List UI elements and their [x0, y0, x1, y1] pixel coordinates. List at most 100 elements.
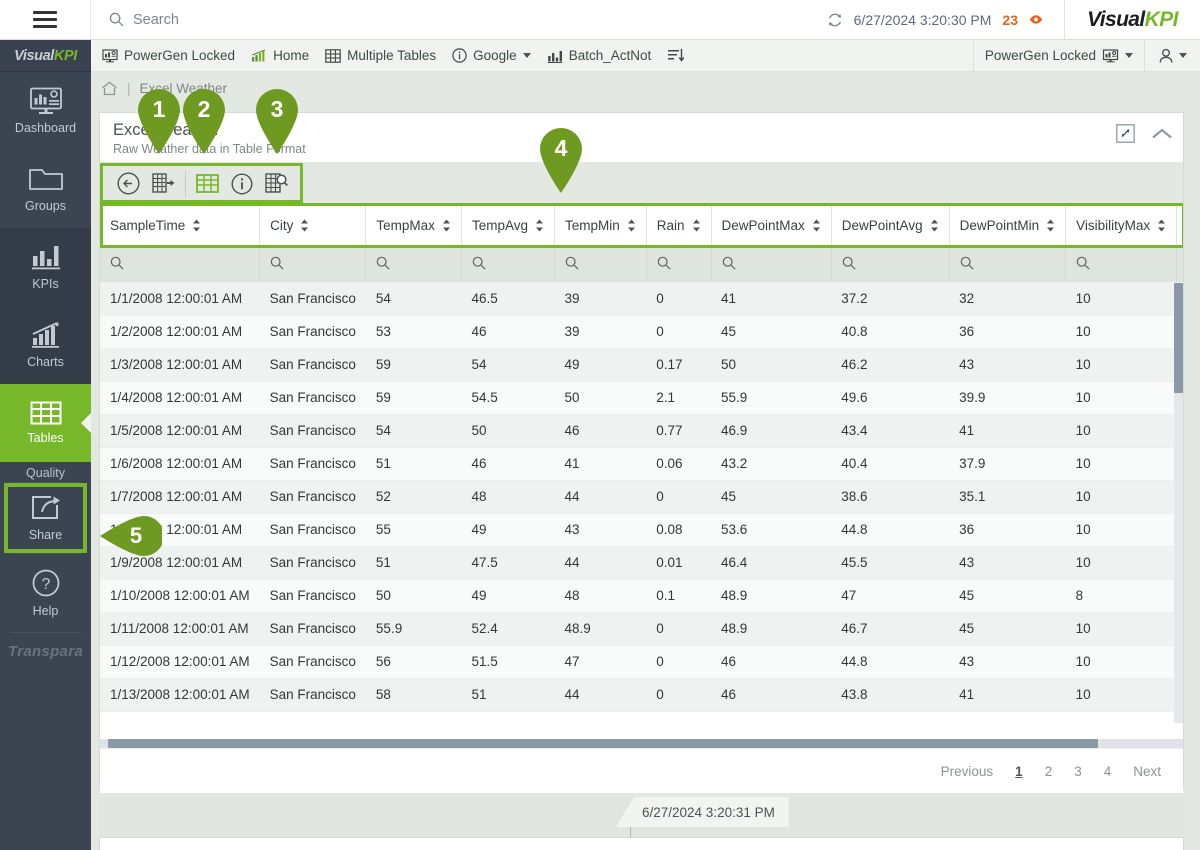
pagination-previous[interactable]: Previous — [941, 764, 994, 779]
user-menu[interactable] — [1144, 39, 1200, 72]
search-icon[interactable] — [842, 256, 856, 270]
sort-arrows-icon[interactable] — [627, 219, 636, 232]
table-row[interactable]: 1/13/2008 12:00:01 AM San Francisco 58 51 44… — [100, 678, 1183, 712]
sort-arrows-icon[interactable] — [442, 219, 451, 232]
sidebar-item-share[interactable]: Share — [4, 483, 87, 553]
nav-tab-multiple-tables[interactable]: Multiple Tables — [325, 48, 436, 63]
column-filter-cell[interactable] — [100, 248, 261, 282]
column-filter-cell[interactable] — [365, 248, 462, 282]
table-row[interactable]: 1/9/2008 12:00:01 AM San Francisco 51 47.5 4… — [100, 546, 1183, 580]
table-row[interactable]: 1/3/2008 12:00:01 AM San Francisco 59 54 49 0… — [100, 348, 1183, 382]
search-input[interactable]: Search — [133, 12, 179, 28]
search-icon[interactable] — [657, 256, 671, 270]
sidebar-item-groups[interactable]: Groups — [0, 150, 91, 228]
column-filter-cell[interactable] — [711, 248, 832, 282]
pagination-page-2[interactable]: 2 — [1045, 764, 1053, 779]
eye-icon[interactable] — [1029, 14, 1043, 25]
sort-arrows-icon[interactable] — [930, 219, 939, 232]
search-icon[interactable] — [565, 256, 579, 270]
pagination-page-1[interactable]: 1 — [1015, 764, 1023, 779]
nav-tab-home[interactable]: Home — [251, 48, 309, 63]
column-filter-cell[interactable] — [259, 248, 367, 282]
table-column-header[interactable]: VisibilityMax — [1065, 203, 1178, 248]
sidebar-item-dashboard[interactable]: Dashboard — [0, 72, 91, 150]
table-column-header[interactable]: SampleTime — [100, 203, 261, 248]
table-column-header[interactable]: DewPointMin — [949, 203, 1067, 248]
global-search[interactable]: Search — [91, 12, 827, 28]
horizontal-scroll-thumb[interactable] — [108, 739, 1098, 748]
pagination-page-3[interactable]: 3 — [1074, 764, 1082, 779]
table-row[interactable]: 1/8/2008 12:00:01 AM San Francisco 55 49 43 0… — [100, 513, 1183, 547]
sort-arrows-icon[interactable] — [692, 219, 701, 232]
table-row[interactable]: 1/2/2008 12:00:01 AM San Francisco 53 46 39 0… — [100, 315, 1183, 349]
table-search-button[interactable] — [265, 173, 288, 194]
search-icon[interactable] — [1076, 256, 1090, 270]
search-icon[interactable] — [722, 256, 736, 270]
sort-arrows-icon[interactable] — [1157, 219, 1166, 232]
table-filter-row[interactable] — [100, 248, 1183, 282]
table-row[interactable]: 1/10/2008 12:00:01 AM San Francisco 50 49 48… — [100, 579, 1183, 613]
sort-arrows-icon[interactable] — [192, 219, 201, 232]
home-icon[interactable] — [101, 80, 118, 96]
chevron-down-icon[interactable] — [1125, 53, 1133, 58]
hamburger-icon[interactable] — [33, 11, 57, 28]
sort-arrows-icon[interactable] — [1046, 219, 1055, 232]
sort-arrows-icon[interactable] — [812, 219, 821, 232]
table-column-header[interactable]: Rain — [646, 203, 712, 248]
pagination-page-4[interactable]: 4 — [1104, 764, 1112, 779]
sidebar-item-charts[interactable]: Charts — [0, 306, 91, 384]
sidebar-item-tables[interactable]: Tables — [0, 384, 91, 462]
chevron-up-icon[interactable] — [1149, 126, 1175, 142]
sidebar-item-help[interactable]: ? Help — [0, 554, 91, 632]
table-row[interactable]: 1/1/2008 12:00:01 AM San Francisco 54 46.5 3… — [100, 282, 1183, 316]
table-row[interactable]: 1/5/2008 12:00:01 AM San Francisco 54 50 46 0… — [100, 414, 1183, 448]
refresh-icon[interactable] — [827, 12, 843, 28]
search-icon[interactable] — [472, 256, 486, 270]
back-button[interactable] — [117, 172, 140, 195]
column-filter-cell[interactable] — [949, 248, 1067, 282]
search-icon[interactable] — [110, 256, 124, 270]
table-row[interactable]: 1/7/2008 12:00:01 AM San Francisco 52 48 44 0… — [100, 480, 1183, 514]
horizontal-scrollbar[interactable] — [100, 739, 1183, 748]
table-row[interactable]: 1/12/2008 12:00:01 AM San Francisco 56 51.5… — [100, 645, 1183, 679]
menu-toggle[interactable] — [0, 0, 91, 40]
info-button[interactable] — [231, 172, 253, 195]
expand-icon[interactable] — [1116, 124, 1135, 143]
pagination-next[interactable]: Next — [1133, 764, 1161, 779]
sidebar-item-kpis[interactable]: KPIs — [0, 228, 91, 306]
table-row[interactable]: 1/4/2008 12:00:01 AM San Francisco 59 54.5 5… — [100, 381, 1183, 415]
sort-arrows-icon[interactable] — [535, 219, 544, 232]
table-row[interactable]: 1/6/2008 12:00:01 AM San Francisco 51 46 41 0… — [100, 447, 1183, 481]
alert-count[interactable]: 23 — [1002, 12, 1018, 28]
data-table-container[interactable]: SampleTime City TempMax TempAvg TempMin Rain D… — [100, 203, 1183, 748]
table-column-header[interactable]: City — [259, 203, 367, 248]
column-filter-cell[interactable] — [646, 248, 712, 282]
column-filter-cell[interactable] — [554, 248, 647, 282]
column-filter-cell[interactable] — [831, 248, 950, 282]
search-icon[interactable] — [270, 256, 284, 270]
vertical-scrollbar[interactable] — [1174, 283, 1183, 723]
table-column-header[interactable]: DewPointAvg — [831, 203, 950, 248]
chevron-down-icon[interactable] — [522, 53, 531, 58]
column-filter-cell[interactable] — [1176, 248, 1183, 282]
table-column-header[interactable]: TempMax — [365, 203, 462, 248]
table-column-header[interactable]: TempAvg — [461, 203, 555, 248]
sort-arrows-icon[interactable] — [300, 219, 309, 232]
chevron-down-icon[interactable] — [1179, 53, 1187, 58]
table-column-header[interactable]: DewPointMax — [711, 203, 832, 248]
search-icon[interactable] — [376, 256, 390, 270]
vertical-scroll-thumb[interactable] — [1174, 283, 1183, 393]
table-column-header[interactable]: TempMin — [554, 203, 647, 248]
nav-sort-button[interactable] — [667, 48, 685, 63]
table-column-header[interactable]: VisibilityAvg — [1176, 203, 1183, 248]
column-filter-cell[interactable] — [461, 248, 555, 282]
export-table-button[interactable] — [152, 173, 175, 194]
search-icon[interactable] — [960, 256, 974, 270]
nav-tab-google[interactable]: Google — [452, 48, 531, 63]
nav-tab-batch-actnot[interactable]: Batch_ActNot — [547, 48, 651, 63]
nav-context-selector[interactable]: PowerGen Locked — [972, 39, 1144, 72]
table-view-button[interactable] — [196, 174, 219, 193]
nav-tab-powergen-locked[interactable]: PowerGen Locked — [102, 48, 235, 63]
column-filter-cell[interactable] — [1065, 248, 1178, 282]
table-row[interactable]: 1/11/2008 12:00:01 AM San Francisco 55.9 52… — [100, 612, 1183, 646]
